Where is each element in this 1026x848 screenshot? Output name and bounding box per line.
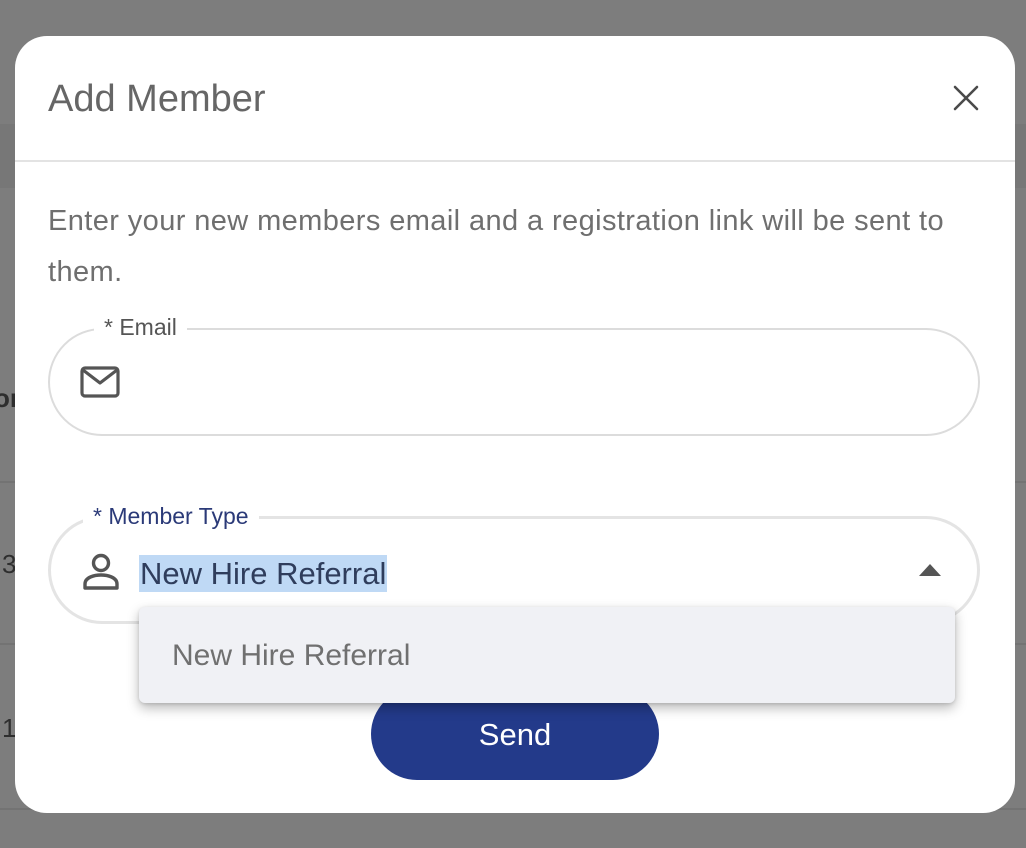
member-type-label: * Member Type bbox=[83, 501, 259, 531]
member-type-dropdown: New Hire Referral bbox=[139, 607, 955, 703]
person-icon bbox=[83, 553, 119, 590]
member-type-selected-value: New Hire Referral bbox=[139, 555, 388, 592]
dialog-description: Enter your new members email and a regis… bbox=[48, 205, 944, 288]
dropdown-option-label: New Hire Referral bbox=[172, 639, 411, 672]
dialog-header: Add Member bbox=[15, 36, 1015, 162]
mail-icon bbox=[80, 366, 120, 398]
dropdown-option-new-hire-referral[interactable]: New Hire Referral bbox=[139, 607, 955, 703]
email-field-label: * Email bbox=[94, 312, 187, 342]
caret-up-icon[interactable] bbox=[919, 564, 941, 576]
close-button[interactable] bbox=[949, 81, 983, 115]
close-icon bbox=[953, 85, 979, 111]
email-field[interactable]: * Email bbox=[48, 312, 980, 436]
email-input[interactable] bbox=[140, 350, 944, 416]
dialog-title: Add Member bbox=[48, 78, 266, 120]
add-member-dialog: Add Member Enter your new members email … bbox=[15, 36, 1015, 813]
